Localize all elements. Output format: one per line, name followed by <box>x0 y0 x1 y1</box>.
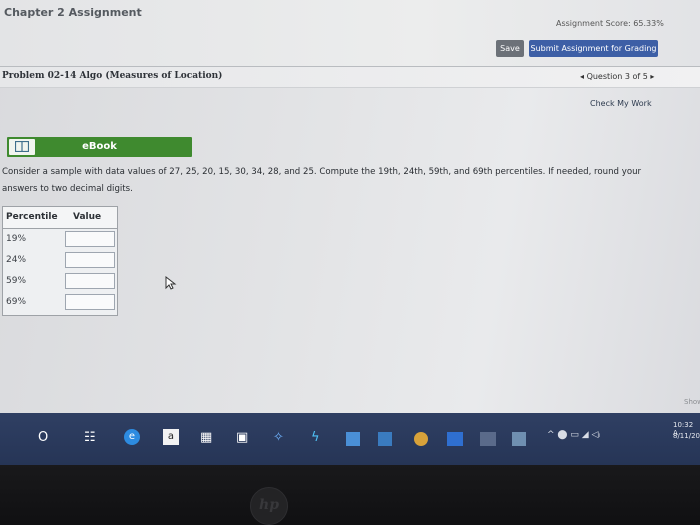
store-icon[interactable]: ▣ <box>236 430 248 445</box>
submit-assignment-button[interactable]: Submit Assignment for Grading <box>529 40 658 57</box>
laptop-bezel <box>0 465 700 525</box>
save-button[interactable]: Save <box>496 40 524 57</box>
problem-statement: Consider a sample with data values of 27… <box>2 167 642 194</box>
value-input-24[interactable] <box>65 252 115 268</box>
assignment-title: Chapter 2 Assignment <box>4 6 142 19</box>
value-input-19[interactable] <box>65 231 115 247</box>
question-navigator: ◂ Question 3 of 5 ▸ <box>580 72 654 81</box>
percentile-label: 19% <box>6 234 27 244</box>
mouse-cursor-icon <box>165 276 177 290</box>
question-counter: Question 3 of 5 <box>586 72 648 81</box>
table-row: 69% <box>3 292 117 313</box>
app-icon[interactable] <box>480 432 496 446</box>
dropbox-icon[interactable]: ✧ <box>273 430 284 445</box>
header-value: Value <box>73 212 102 222</box>
task-view-icon[interactable]: ☷ <box>84 430 96 445</box>
browser-screen: Chapter 2 Assignment Assignment Score: 6… <box>0 0 700 438</box>
clock-date: 8/11/20 <box>673 432 700 440</box>
next-question-icon[interactable]: ▸ <box>650 72 654 81</box>
show-label: Show <box>684 398 700 406</box>
table-row: 19% <box>3 229 117 250</box>
header-percentile: Percentile <box>6 212 58 222</box>
value-input-59[interactable] <box>65 273 115 289</box>
calendar-icon[interactable]: ▦ <box>200 430 212 445</box>
bolt-app-icon[interactable]: ϟ <box>311 430 320 445</box>
check-my-work-link[interactable]: Check My Work <box>590 99 652 108</box>
ebook-button[interactable]: eBook <box>7 137 192 157</box>
edge-browser-icon[interactable]: e <box>124 429 140 445</box>
percentile-table: Percentile Value 19% 24% 59% 69% <box>2 206 118 316</box>
app-icon[interactable] <box>346 432 360 446</box>
table-row: 24% <box>3 250 117 271</box>
windows-taskbar: O ☷ e a ▦ ▣ ✧ ϟ ^ ⬤ ▭ ◢ ◁ᵢ 10:32 A 8/11/… <box>0 413 700 465</box>
app-icon[interactable] <box>512 432 526 446</box>
hp-logo-text: hp <box>259 497 279 513</box>
assignment-header: Chapter 2 Assignment Assignment Score: 6… <box>0 0 700 66</box>
percentile-label: 59% <box>6 276 27 286</box>
chrome-icon[interactable] <box>414 432 428 446</box>
assignment-score: Assignment Score: 65.33% <box>556 19 664 28</box>
table-row: 59% <box>3 271 117 292</box>
word-icon[interactable] <box>447 432 463 446</box>
app-icon[interactable] <box>378 432 392 446</box>
ebook-label: eBook <box>82 141 117 152</box>
table-header: Percentile Value <box>3 207 117 229</box>
start-search-icon[interactable]: O <box>38 430 48 445</box>
prev-question-icon[interactable]: ◂ <box>580 72 584 81</box>
percentile-label: 69% <box>6 297 27 307</box>
value-input-69[interactable] <box>65 294 115 310</box>
system-tray[interactable]: ^ ⬤ ▭ ◢ ◁ᵢ <box>547 430 600 440</box>
problem-title: Problem 02-14 Algo (Measures of Location… <box>2 71 223 81</box>
amazon-icon[interactable]: a <box>163 429 179 445</box>
problem-bar: Problem 02-14 Algo (Measures of Location… <box>0 66 700 88</box>
hp-logo: hp <box>250 487 288 525</box>
percentile-label: 24% <box>6 255 27 265</box>
